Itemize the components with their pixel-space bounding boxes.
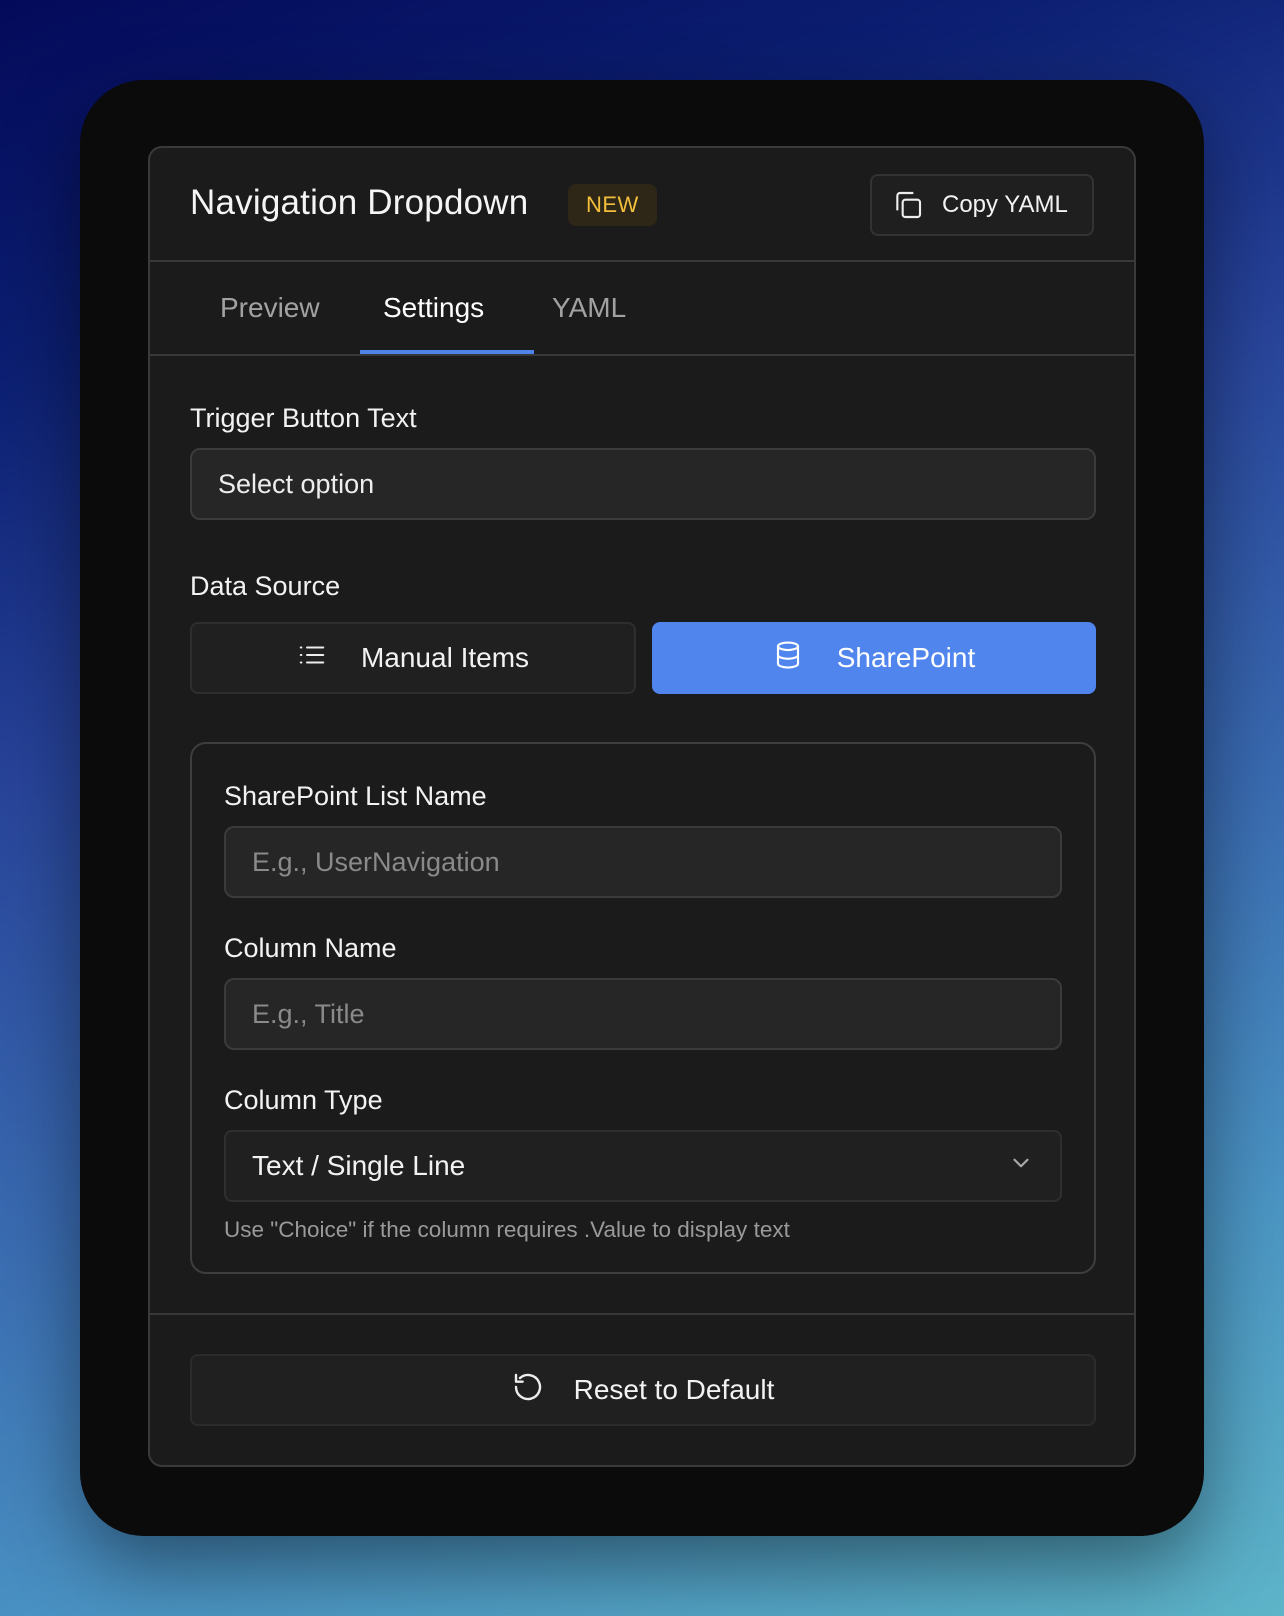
new-badge: NEW [568,184,657,226]
database-icon [773,640,803,677]
list-name-input[interactable] [224,826,1062,898]
tab-bar: Preview Settings YAML [150,262,1134,356]
column-type-hint: Use "Choice" if the column requires .Val… [224,1217,790,1242]
copy-icon [892,189,924,221]
chevron-down-icon [1008,1150,1034,1183]
sharepoint-settings-box: SharePoint List Name Column Name Column … [190,742,1096,1274]
panel-header: Navigation Dropdown NEW Copy YAML [150,148,1134,262]
active-tab-indicator [360,350,534,354]
tab-settings[interactable]: Settings [383,262,484,354]
reset-icon [512,1371,544,1410]
manual-items-label: Manual Items [360,642,530,673]
column-type-select[interactable]: Text / Single Line [224,1130,1062,1202]
reset-label: Reset to Default [573,1374,775,1405]
column-name-input[interactable] [224,978,1062,1050]
reset-to-default-button[interactable]: Reset to Default [190,1354,1096,1426]
list-name-label: SharePoint List Name [224,781,487,811]
settings-panel: Navigation Dropdown NEW Copy YAML Previe… [148,146,1136,1467]
trigger-text-label: Trigger Button Text [190,403,417,433]
tab-preview[interactable]: Preview [220,262,320,354]
sharepoint-button[interactable]: SharePoint [652,622,1096,694]
copy-yaml-label: Copy YAML [942,191,1068,218]
trigger-text-input[interactable] [190,448,1096,520]
page-title: Navigation Dropdown [190,183,529,222]
data-source-label: Data Source [190,571,341,601]
copy-yaml-button[interactable]: Copy YAML [870,174,1094,236]
list-icon [297,640,327,677]
tab-yaml[interactable]: YAML [552,262,626,354]
sharepoint-label: SharePoint [836,642,976,673]
manual-items-button[interactable]: Manual Items [190,622,636,694]
footer-divider [150,1313,1134,1315]
column-type-label: Column Type [224,1085,383,1115]
column-name-label: Column Name [224,933,397,963]
column-type-value: Text / Single Line [252,1150,466,1181]
